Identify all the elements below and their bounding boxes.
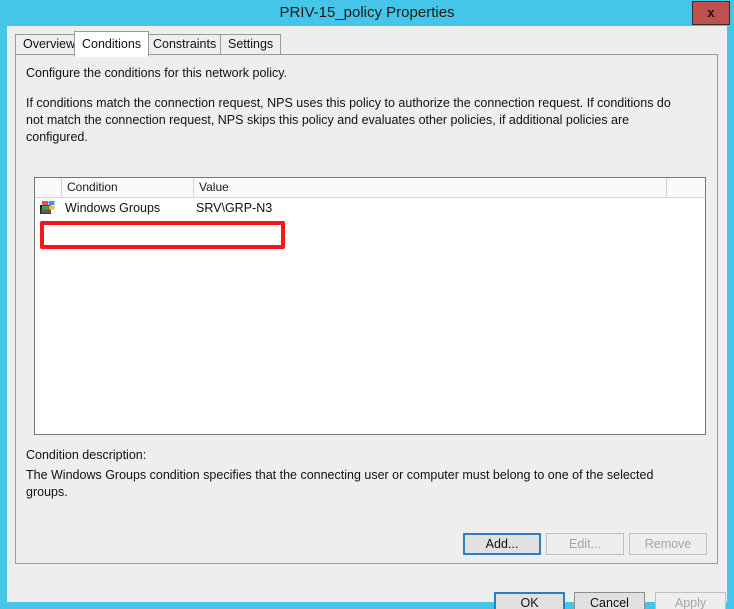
table-row[interactable]: Windows Groups SRV\GRP-N3 (35, 197, 705, 219)
title-bar[interactable]: PRIV-15_policy Properties x (0, 0, 734, 26)
remove-button[interactable]: Remove (629, 533, 707, 555)
column-header-filler[interactable] (667, 178, 705, 197)
intro-text: Configure the conditions for this networ… (26, 66, 288, 80)
explanation-text: If conditions match the connection reque… (26, 96, 671, 144)
ok-button-label: OK (520, 596, 539, 609)
condition-description-label: Condition description: (26, 448, 147, 462)
window-title: PRIV-15_policy Properties (279, 4, 455, 21)
add-button-label: Add... (485, 537, 519, 551)
tab-settings[interactable]: Settings (220, 34, 282, 55)
conditions-list-header: Condition Value (35, 178, 705, 198)
row-condition-name: Windows Groups (65, 201, 161, 215)
tab-overview[interactable]: Overview (15, 34, 84, 55)
conditions-tab-page: Configure the conditions for this networ… (15, 54, 718, 564)
tab-conditions[interactable]: Conditions (74, 31, 150, 57)
cancel-button-label: Cancel (590, 596, 629, 609)
column-header-value[interactable]: Value (194, 178, 667, 197)
add-button[interactable]: Add... (463, 533, 541, 555)
dialog-client-area: Overview Conditions Constraints Settings… (7, 26, 727, 609)
apply-button[interactable]: Apply (655, 592, 726, 609)
edit-button[interactable]: Edit... (546, 533, 624, 555)
remove-button-label: Remove (644, 537, 692, 551)
windows-groups-icon (40, 200, 56, 215)
condition-description-text: The Windows Groups condition specifies t… (26, 468, 654, 499)
cancel-button[interactable]: Cancel (574, 592, 645, 609)
close-icon[interactable]: x (692, 1, 730, 25)
properties-dialog: PRIV-15_policy Properties x Overview Con… (0, 0, 734, 609)
tab-constraints[interactable]: Constraints (145, 34, 225, 55)
column-header-condition[interactable]: Condition (62, 178, 194, 197)
conditions-list[interactable]: Condition Value Windows Groups SRV\GRP-N… (34, 177, 706, 435)
apply-button-label: Apply (674, 596, 707, 609)
ok-button[interactable]: OK (494, 592, 565, 609)
column-header-icon[interactable] (35, 178, 62, 197)
edit-button-label: Edit... (569, 537, 601, 551)
row-condition-value: SRV\GRP-N3 (196, 201, 273, 215)
